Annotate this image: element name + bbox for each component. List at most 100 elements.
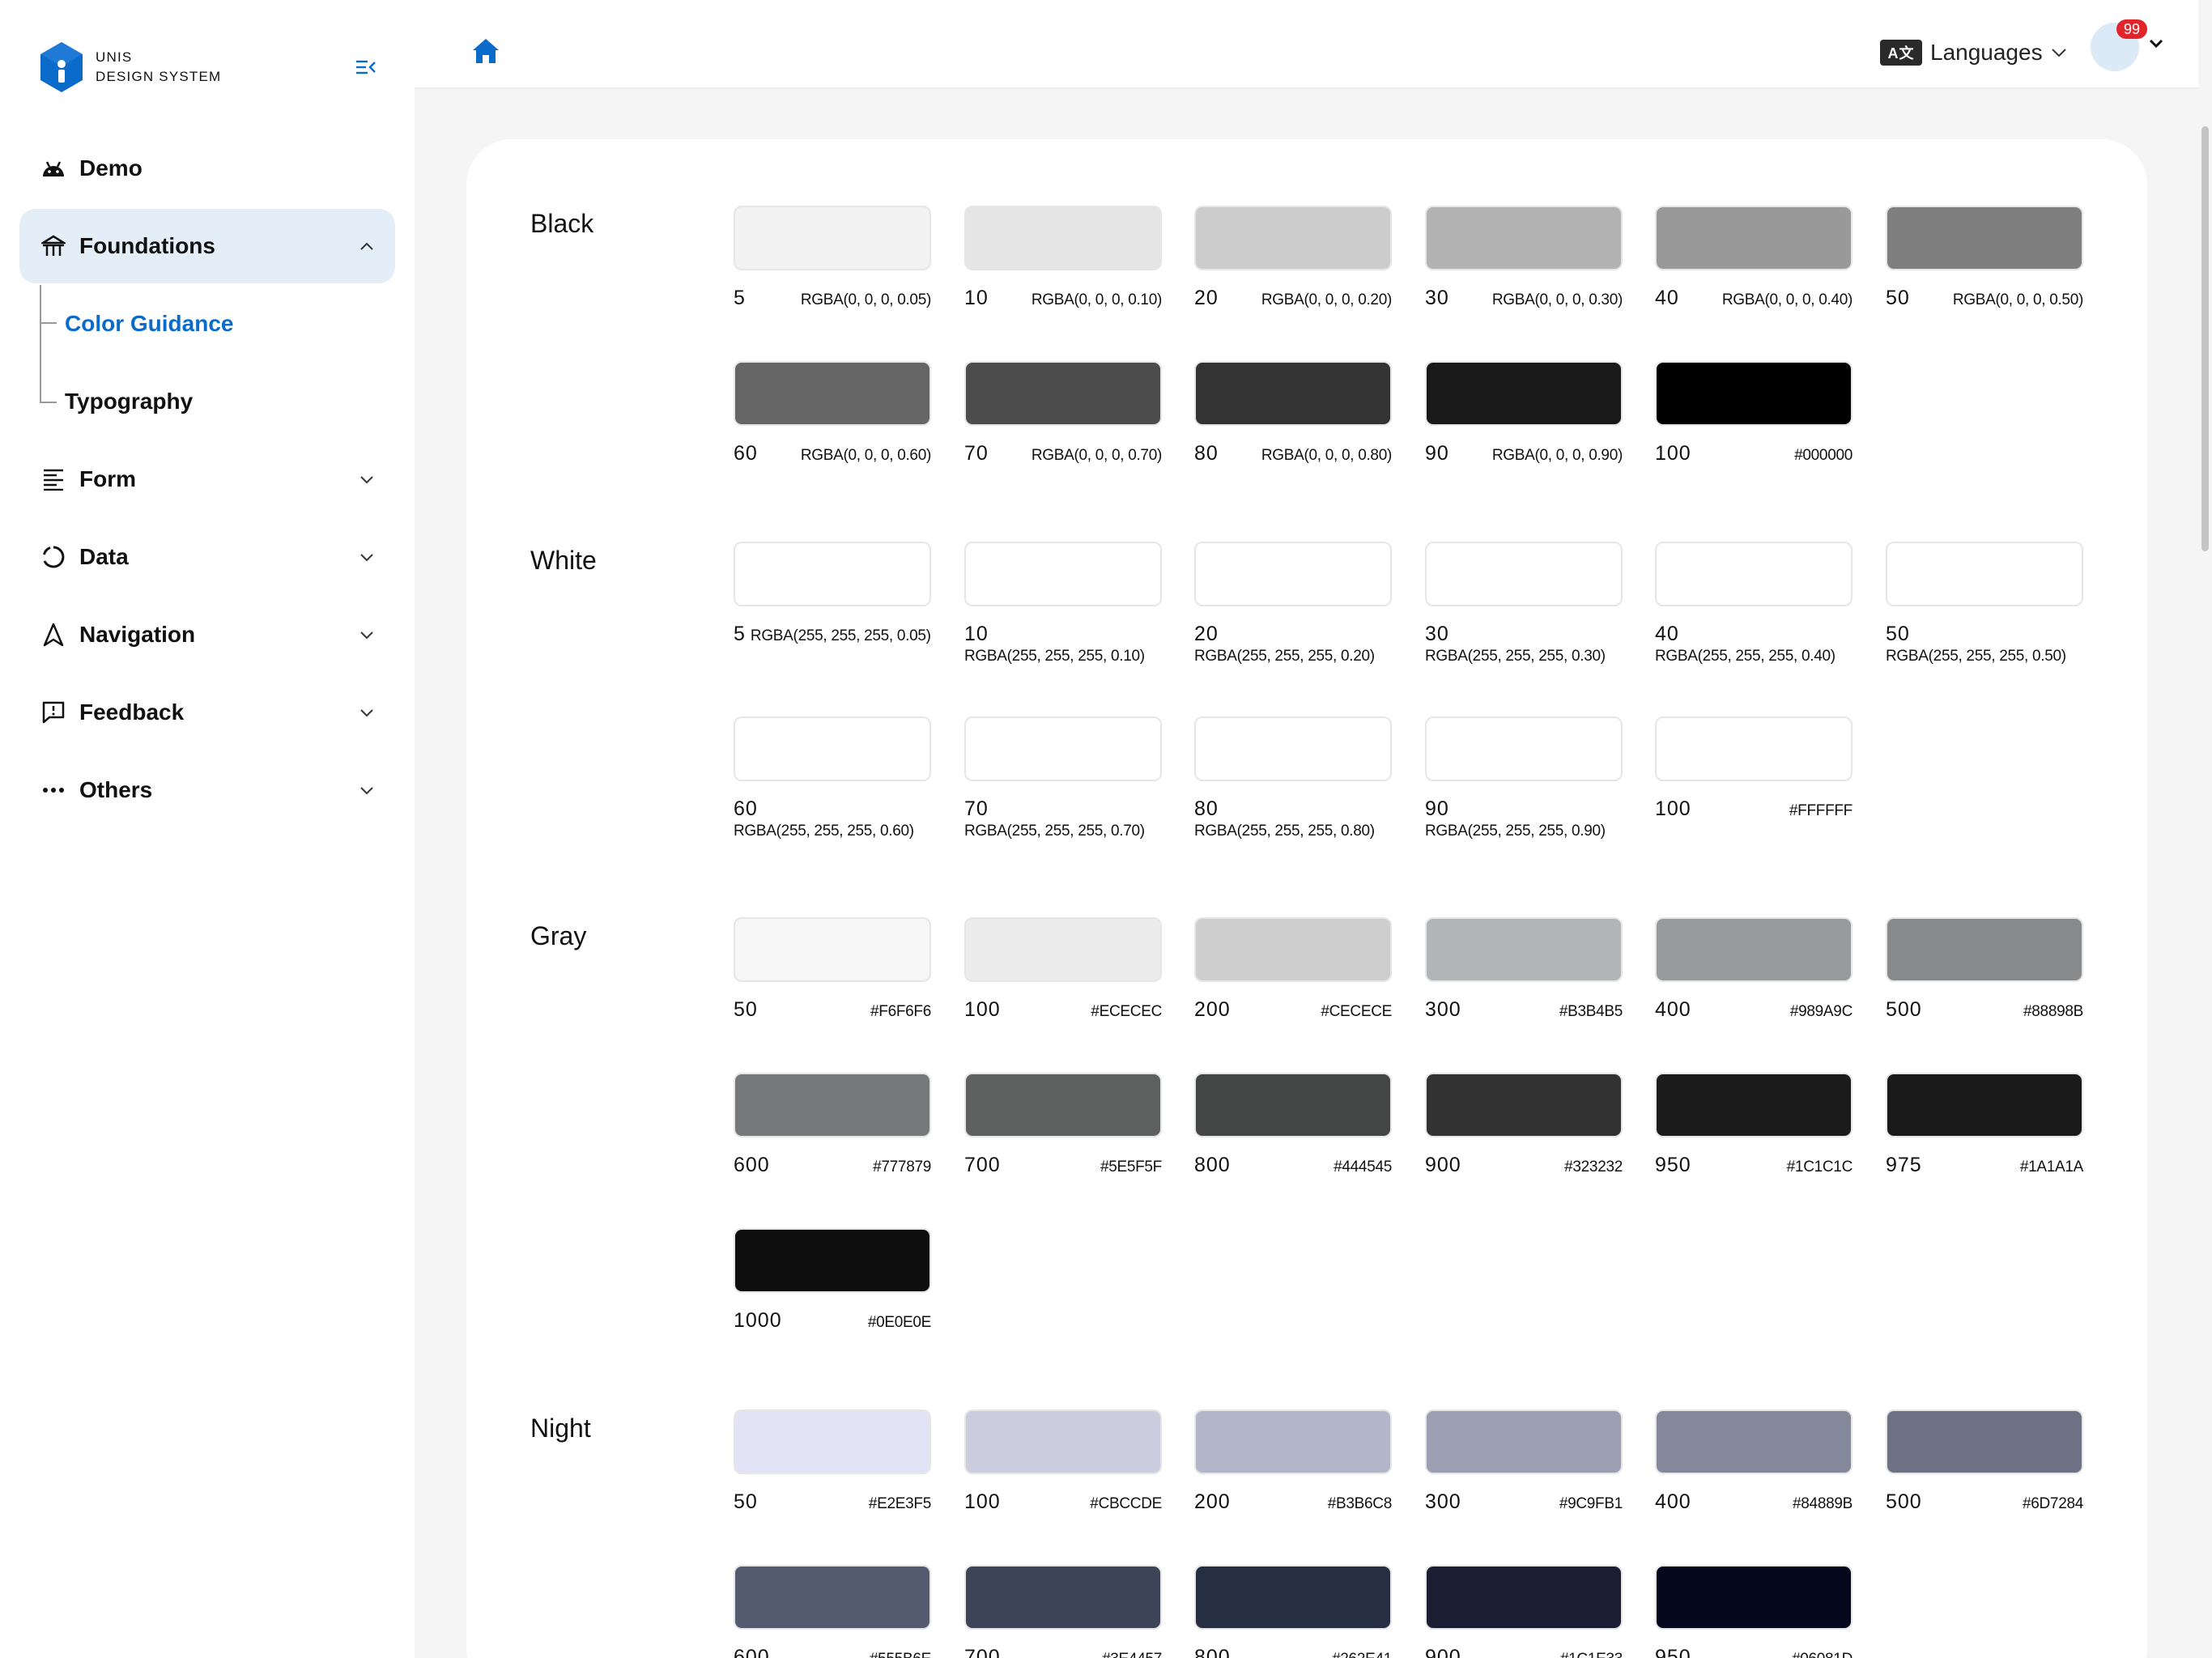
collapse-sidebar-button[interactable] <box>350 55 382 79</box>
swatch-name: 975 <box>1886 1154 1922 1176</box>
color-swatch[interactable]: 700 #3E4457 <box>964 1565 1162 1658</box>
swatch-value: #F6F6F6 <box>870 1003 931 1020</box>
color-swatch[interactable]: 300 #B3B4B5 <box>1425 917 1623 1022</box>
color-swatch[interactable]: 80 RGBA(255, 255, 255, 0.80) <box>1194 716 1392 840</box>
swatch-value: #5E5F5F <box>1100 1158 1162 1175</box>
data-icon <box>40 544 66 570</box>
color-swatch[interactable]: 50 RGBA(0, 0, 0, 0.50) <box>1886 206 2083 310</box>
color-swatch[interactable]: 100 #FFFFFF <box>1655 716 1853 821</box>
color-swatch[interactable]: 900 #323232 <box>1425 1073 1623 1177</box>
swatch-meta: 300 #B3B4B5 <box>1425 998 1623 1022</box>
swatch-meta: 700 #5E5F5F <box>964 1154 1162 1177</box>
scrollbar-thumb[interactable] <box>2201 126 2209 551</box>
color-swatch[interactable]: 90 RGBA(255, 255, 255, 0.90) <box>1425 716 1623 840</box>
swatch-name: 900 <box>1425 1154 1461 1176</box>
swatch-name: 900 <box>1425 1646 1461 1658</box>
color-swatch[interactable]: 20 RGBA(0, 0, 0, 0.20) <box>1194 206 1392 310</box>
color-swatch[interactable]: 70 RGBA(255, 255, 255, 0.70) <box>964 716 1162 840</box>
color-swatch[interactable]: 40 RGBA(255, 255, 255, 0.40) <box>1655 542 1853 665</box>
color-swatch[interactable]: 70 RGBA(0, 0, 0, 0.70) <box>964 361 1162 466</box>
page-scrollbar[interactable] <box>2198 0 2212 1658</box>
color-swatch[interactable]: 60 RGBA(255, 255, 255, 0.60) <box>734 716 931 840</box>
logo-line2: DESIGN SYSTEM <box>96 69 222 84</box>
swatch-color-box <box>1425 917 1623 982</box>
sidebar-item-feedback[interactable]: Feedback <box>19 675 395 750</box>
home-icon <box>473 39 499 63</box>
sidebar-item-demo[interactable]: Demo <box>19 131 395 206</box>
color-swatch[interactable]: 600 #555B6E <box>734 1565 931 1658</box>
color-swatch[interactable]: 200 #CECECE <box>1194 917 1392 1022</box>
color-swatch[interactable]: 50 RGBA(255, 255, 255, 0.50) <box>1886 542 2083 665</box>
sidebar-item-others[interactable]: Others <box>19 753 395 827</box>
color-swatch[interactable]: 100 #ECECEC <box>964 917 1162 1022</box>
sidebar-item-foundations[interactable]: Foundations <box>19 209 395 283</box>
swatch-meta: 200 #CECECE <box>1194 998 1392 1022</box>
color-swatch[interactable]: 975 #1A1A1A <box>1886 1073 2083 1177</box>
swatch-name: 50 <box>734 1490 758 1513</box>
color-swatch[interactable]: 1000 #0E0E0E <box>734 1228 931 1333</box>
color-swatch[interactable]: 10 RGBA(255, 255, 255, 0.10) <box>964 542 1162 665</box>
swatch-value: #989A9C <box>1789 1003 1853 1020</box>
sidebar-item-navigation[interactable]: Navigation <box>19 597 395 672</box>
color-swatch[interactable]: 500 #88898B <box>1886 917 2083 1022</box>
swatch-color-box <box>964 1565 1162 1630</box>
swatch-name: 200 <box>1194 998 1231 1021</box>
color-swatch[interactable]: 800 #262E41 <box>1194 1565 1392 1658</box>
swatch-color-box <box>964 1073 1162 1137</box>
color-swatch[interactable]: 600 #777879 <box>734 1073 931 1177</box>
color-swatch[interactable]: 700 #5E5F5F <box>964 1073 1162 1177</box>
sidebar-item-label: Foundations <box>79 233 215 258</box>
swatch-value: #ECECEC <box>1091 1003 1162 1020</box>
subtree-branch <box>40 322 57 324</box>
user-menu-button[interactable]: 99 <box>2091 19 2168 73</box>
color-swatch[interactable]: 500 #6D7284 <box>1886 1409 2083 1514</box>
more-icon <box>40 777 66 803</box>
color-swatch[interactable]: 20 RGBA(255, 255, 255, 0.20) <box>1194 542 1392 665</box>
swatch-value: RGBA(255, 255, 255, 0.60) <box>734 823 914 840</box>
swatch-name: 50 <box>1886 623 1910 645</box>
color-swatch[interactable]: 90 RGBA(0, 0, 0, 0.90) <box>1425 361 1623 466</box>
color-swatch[interactable]: 60 RGBA(0, 0, 0, 0.60) <box>734 361 931 466</box>
color-swatch[interactable]: 100 #CBCCDE <box>964 1409 1162 1514</box>
languages-button[interactable]: A文 Languages <box>1880 37 2067 68</box>
swatch-name: 500 <box>1886 1490 1922 1513</box>
color-swatch[interactable]: 5 RGBA(255, 255, 255, 0.05) <box>734 542 931 646</box>
swatch-color-box <box>734 1228 931 1293</box>
logo[interactable]: UNIS DESIGN SYSTEM <box>39 40 221 94</box>
color-swatch[interactable]: 40 RGBA(0, 0, 0, 0.40) <box>1655 206 1853 310</box>
swatch-name: 90 <box>1425 797 1449 820</box>
color-swatch[interactable]: 800 #444545 <box>1194 1073 1392 1177</box>
color-swatch[interactable]: 950 #1C1C1C <box>1655 1073 1853 1177</box>
color-swatch[interactable]: 400 #84889B <box>1655 1409 1853 1514</box>
color-swatch[interactable]: 30 RGBA(0, 0, 0, 0.30) <box>1425 206 1623 310</box>
form-icon <box>40 466 66 492</box>
color-swatch[interactable]: 950 #06081D <box>1655 1565 1853 1658</box>
sidebar-item-form[interactable]: Form <box>19 442 395 517</box>
sidebar-item-data[interactable]: Data <box>19 520 395 594</box>
color-swatch[interactable]: 300 #9C9FB1 <box>1425 1409 1623 1514</box>
swatch-meta: 50 #E2E3F5 <box>734 1490 931 1514</box>
swatch-color-box <box>964 917 1162 982</box>
color-swatch[interactable]: 50 #E2E3F5 <box>734 1409 931 1514</box>
swatch-name: 950 <box>1655 1154 1691 1176</box>
color-swatch[interactable]: 50 #F6F6F6 <box>734 917 931 1022</box>
swatch-meta: 100 #CBCCDE <box>964 1490 1162 1514</box>
swatch-meta: 10 RGBA(0, 0, 0, 0.10) <box>964 287 1162 310</box>
color-swatch[interactable]: 30 RGBA(255, 255, 255, 0.30) <box>1425 542 1623 665</box>
home-button[interactable] <box>471 37 500 66</box>
swatch-meta: 40 RGBA(255, 255, 255, 0.40) <box>1655 623 1853 665</box>
swatch-color-box <box>1425 716 1623 781</box>
color-swatch[interactable]: 900 #1C1E33 <box>1425 1565 1623 1658</box>
swatch-name: 40 <box>1655 287 1679 309</box>
color-swatch[interactable]: 100 #000000 <box>1655 361 1853 466</box>
swatch-value: #1A1A1A <box>2019 1158 2083 1175</box>
swatch-color-box <box>1425 1565 1623 1630</box>
color-swatch[interactable]: 400 #989A9C <box>1655 917 1853 1022</box>
swatch-meta: 100 #ECECEC <box>964 998 1162 1022</box>
color-swatch[interactable]: 200 #B3B6C8 <box>1194 1409 1392 1514</box>
color-swatch[interactable]: 10 RGBA(0, 0, 0, 0.10) <box>964 206 1162 310</box>
sidebar-subitem-color-guidance[interactable]: Color Guidance <box>65 311 233 337</box>
sidebar-subitem-typography[interactable]: Typography <box>65 389 193 414</box>
color-swatch[interactable]: 5 RGBA(0, 0, 0, 0.05) <box>734 206 931 310</box>
color-swatch[interactable]: 80 RGBA(0, 0, 0, 0.80) <box>1194 361 1392 466</box>
